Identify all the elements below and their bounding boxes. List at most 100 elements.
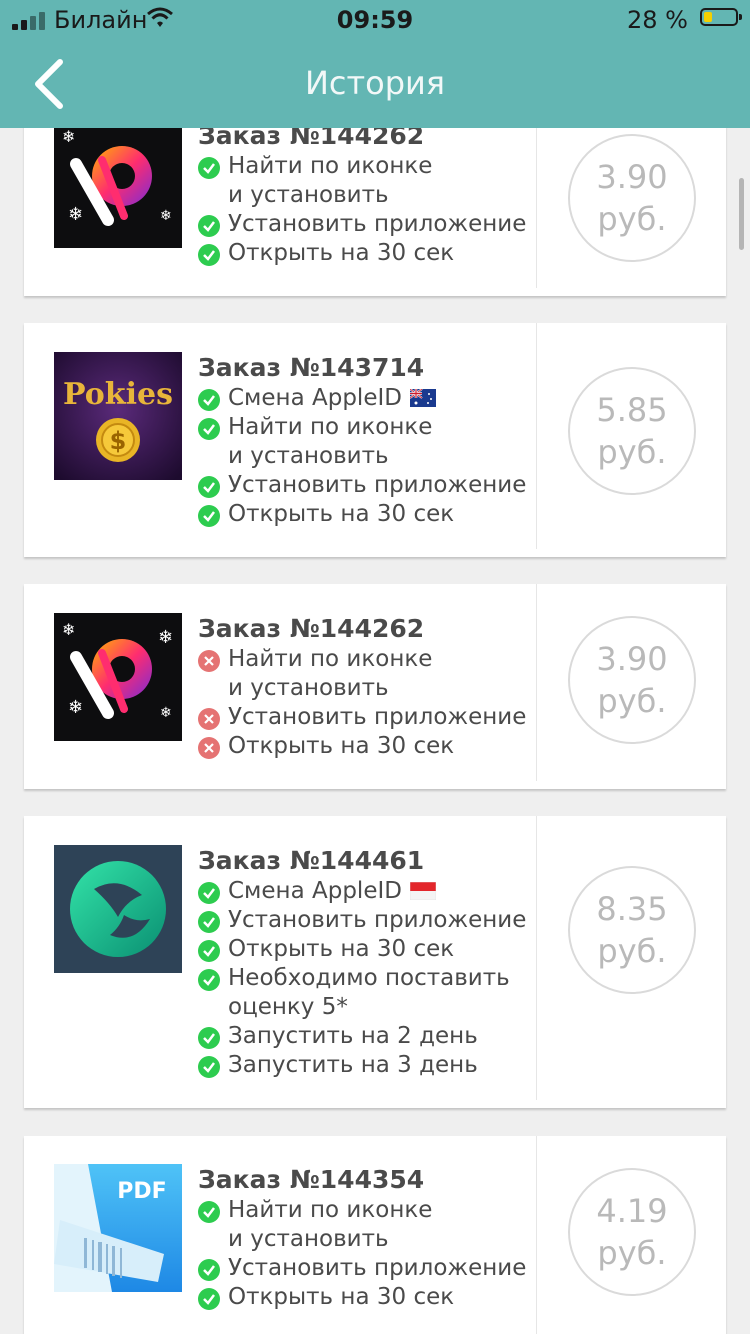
price-value: 4.19 [596,1192,668,1230]
check-icon [198,940,220,962]
task-item-continuation: и установить [228,182,389,208]
check-icon [198,418,220,440]
price-badge: 3.90 руб. [568,134,696,262]
pokies-app-icon: Pokies $ [54,352,182,480]
task-item: Запустить на 3 день [198,1051,526,1080]
order-card[interactable]: ❄ ❄ ❄ ❄ Заказ №144262 Найти по иконке и … [24,584,726,789]
task-list: Смена AppleID Найти по иконке и установи… [198,384,526,529]
price-currency: руб. [597,682,667,720]
task-item: Необходимо поставить [198,964,526,993]
pdf-scanner-app-icon: PDF [54,1164,182,1292]
price-currency: руб. [597,200,667,238]
check-icon [198,1259,220,1281]
pp-app-icon: ❄ ❄ ❄ [54,120,182,248]
cross-icon [198,737,220,759]
price-currency: руб. [597,932,667,970]
task-list: Найти по иконке и установить Установить … [198,152,526,268]
price-badge: 5.85 руб. [568,367,696,495]
check-icon [198,389,220,411]
order-card[interactable]: Заказ №144461 Смена AppleID Установить п… [24,816,726,1108]
check-icon [198,911,220,933]
task-item: Найти по иконке [198,1196,526,1225]
order-card[interactable]: ❄ ❄ ❄ Заказ №144262 Найти по иконке и ус… [24,100,726,296]
price-value: 8.35 [596,890,668,928]
indonesia-flag-icon [409,879,437,901]
task-item: Смена AppleID [198,877,526,906]
check-icon [198,157,220,179]
task-item: Открыть на 30 сек [198,500,526,529]
task-item: Найти по иконке [198,645,526,674]
cross-icon [198,708,220,730]
price-badge: 8.35 руб. [568,866,696,994]
order-card[interactable]: Pokies $ Заказ №143714 Смена AppleID Най… [24,323,726,557]
task-item: Открыть на 30 сек [198,732,526,761]
pdf-icon-label: PDF [117,1179,166,1204]
task-item-continuation: и установить [228,1226,389,1252]
card-divider [536,816,537,1100]
task-item-continuation: и установить [228,443,389,469]
task-item-continuation: оценку 5* [228,994,348,1020]
svg-text:$: $ [110,427,127,455]
price-currency: руб. [597,433,667,471]
order-card[interactable]: PDF Заказ №144354 Найти по иконке и уста… [24,1136,726,1334]
price-currency: руб. [597,1234,667,1272]
nav-header: Билайн 09:59 28 % История [0,0,750,128]
check-icon [198,1288,220,1310]
task-item: Установить приложение [198,703,526,732]
task-list: Смена AppleID Установить приложение Откр… [198,877,526,1080]
svg-text:❄: ❄ [68,697,83,718]
svg-text:❄: ❄ [62,620,75,639]
task-list: Найти по иконке и установить Установить … [198,645,526,761]
svg-text:❄: ❄ [158,627,173,648]
battery-percent: 28 % [627,6,688,34]
price-value: 3.90 [596,158,668,196]
order-title: Заказ №144354 [198,1165,425,1194]
task-item: Установить приложение [198,906,526,935]
price-badge: 4.19 руб. [568,1168,696,1296]
check-icon [198,1201,220,1223]
task-list: Найти по иконке и установить Установить … [198,1196,526,1312]
card-divider [536,584,537,781]
task-item: Установить приложение [198,471,526,500]
check-icon [198,505,220,527]
pp-app-icon: ❄ ❄ ❄ ❄ [54,613,182,741]
check-icon [198,882,220,904]
svg-text:❄: ❄ [160,705,172,721]
check-icon [198,215,220,237]
svg-text:❄: ❄ [160,208,172,224]
order-history-list[interactable]: ❄ ❄ ❄ Заказ №144262 Найти по иконке и ус… [0,0,750,1334]
task-item: Запустить на 2 день [198,1022,526,1051]
price-value: 3.90 [596,640,668,678]
task-item: Смена AppleID [198,384,526,413]
task-item: Установить приложение [198,210,526,239]
check-icon [198,1056,220,1078]
check-icon [198,1027,220,1049]
scrollbar[interactable] [739,178,744,250]
check-icon [198,476,220,498]
green-circle-app-icon [54,845,182,973]
card-divider [536,1136,537,1334]
check-icon [198,244,220,266]
task-item: Найти по иконке [198,413,526,442]
task-item: Установить приложение [198,1254,526,1283]
svg-text:❄: ❄ [68,204,83,225]
task-item: Открыть на 30 сек [198,1283,526,1312]
cross-icon [198,650,220,672]
svg-text:Pokies: Pokies [63,377,173,412]
svg-text:❄: ❄ [62,127,75,146]
price-badge: 3.90 руб. [568,616,696,744]
battery-icon [700,8,742,26]
task-item: Открыть на 30 сек [198,935,526,964]
australia-flag-icon [409,386,436,407]
check-icon [198,969,220,991]
page-title: История [304,64,446,102]
status-bar: Билайн 09:59 28 % [0,0,750,40]
card-divider [536,323,537,549]
task-item: Найти по иконке [198,152,526,181]
task-item-continuation: и установить [228,675,389,701]
order-title: Заказ №144262 [198,614,425,643]
order-title: Заказ №143714 [198,353,425,382]
task-item: Открыть на 30 сек [198,239,526,268]
card-divider [536,100,537,288]
price-value: 5.85 [596,391,668,429]
